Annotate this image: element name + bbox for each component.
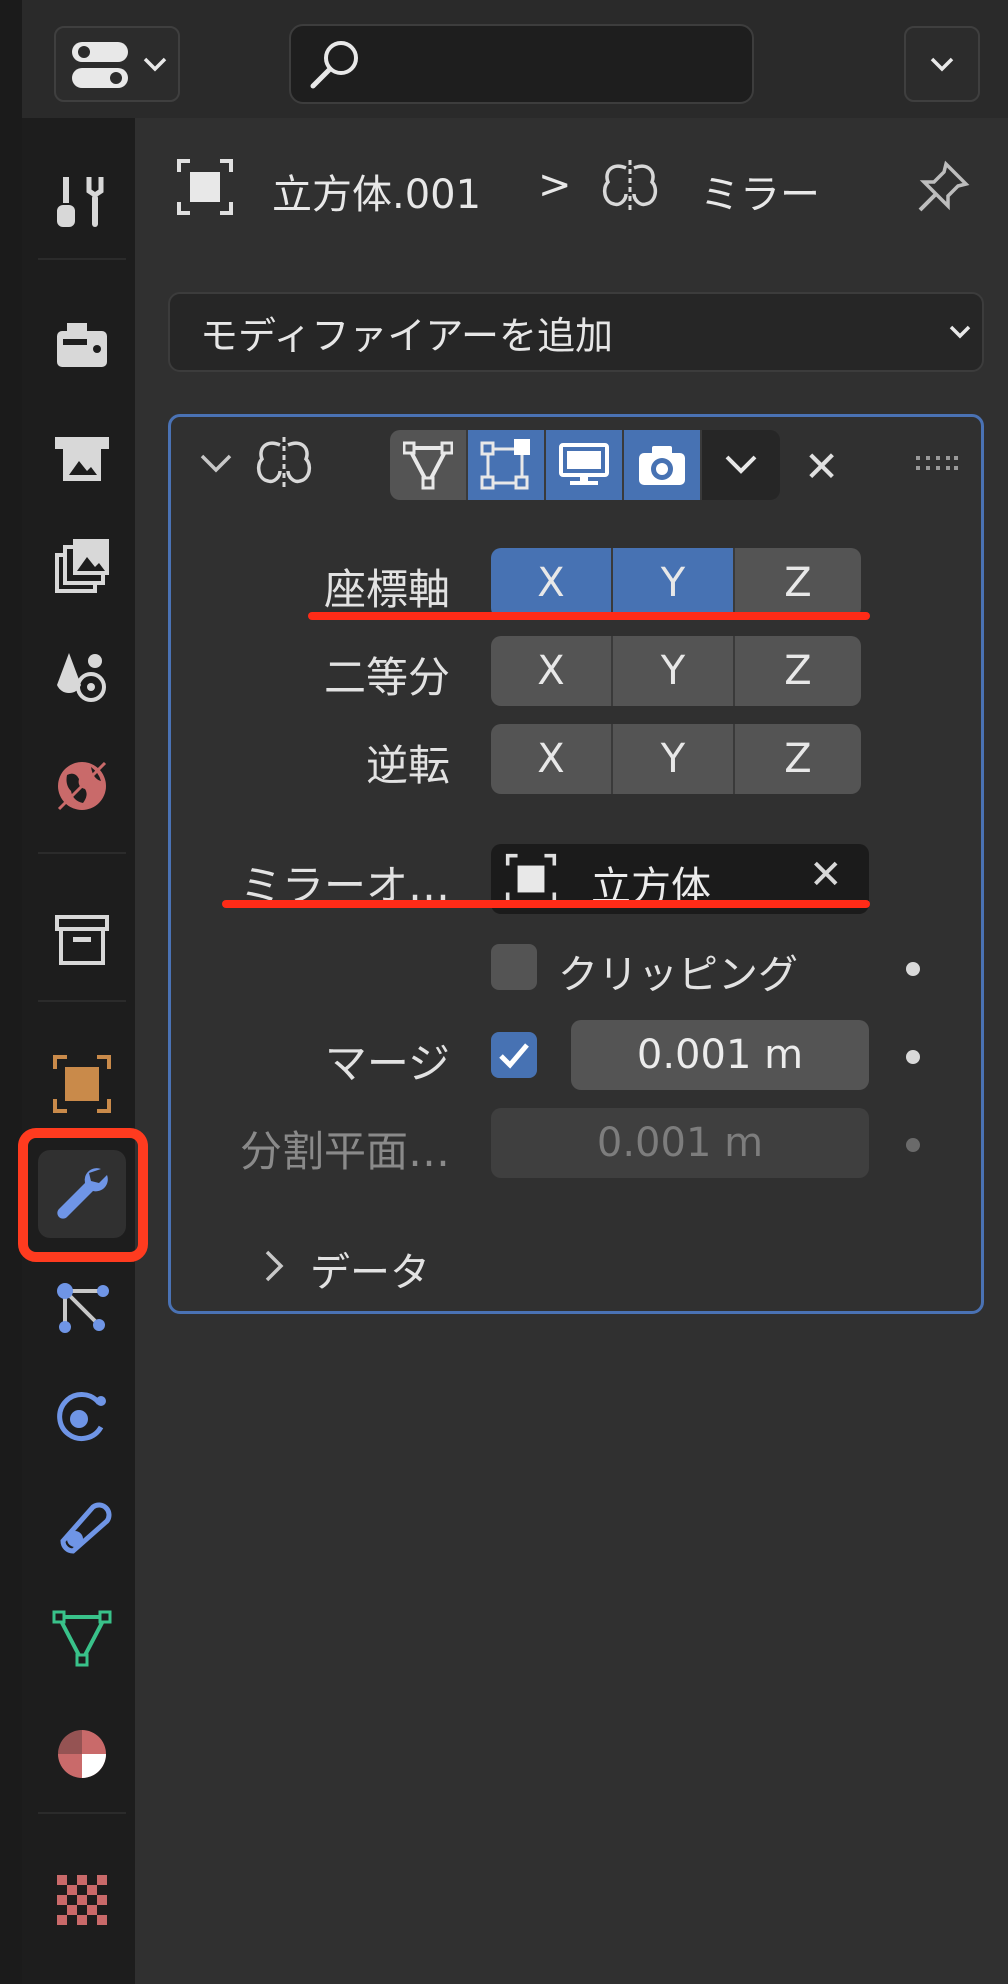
tab-physics[interactable] (38, 1374, 126, 1462)
material-icon (58, 1730, 106, 1778)
clipping-checkbox[interactable] (491, 944, 537, 990)
tab-material[interactable] (38, 1710, 126, 1798)
world-icon (57, 761, 107, 811)
bisect-z-toggle[interactable]: Z (735, 636, 861, 706)
edit-mode-icon (480, 439, 530, 490)
tab-separator (38, 258, 126, 260)
flip-toggle-group: X Y Z (491, 724, 861, 794)
tab-output[interactable] (38, 412, 126, 500)
axis-x-toggle[interactable]: X (491, 548, 613, 618)
tab-render[interactable] (38, 300, 126, 388)
constraints-icon (60, 1502, 112, 1554)
axis-row-annotation-underline (308, 612, 870, 620)
tab-separator (38, 1812, 126, 1814)
bisect-distance-label: 分割平面… (239, 1127, 450, 1176)
search-icon (310, 41, 358, 89)
drag-handle-icon[interactable] (914, 452, 958, 476)
collection-icon (55, 915, 109, 965)
flip-x-toggle[interactable]: X (491, 724, 613, 794)
merge-distance-field[interactable]: 0.001 m (571, 1020, 869, 1090)
texture-icon (57, 1875, 107, 1925)
remove-modifier-button[interactable]: ✕ (804, 442, 839, 491)
tab-scene[interactable] (38, 632, 126, 720)
on-cage-toggle[interactable] (390, 430, 468, 500)
bisect-distance-field[interactable]: 0.001 m (491, 1108, 869, 1178)
tab-separator (38, 1000, 126, 1002)
modifier-visibility-toggles (390, 430, 780, 500)
bisect-label: 二等分 (323, 653, 450, 702)
edit-mode-toggle[interactable] (468, 430, 546, 500)
scene-icon (57, 653, 106, 702)
pin-icon[interactable] (914, 158, 972, 216)
breadcrumb-separator: > (538, 162, 572, 208)
merge-label: マージ (324, 1039, 450, 1088)
properties-editor-icon (72, 42, 128, 88)
checkmark-icon (499, 1043, 529, 1069)
collapse-chevron-icon[interactable] (198, 452, 234, 476)
breadcrumb-object-name: 立方体.001 (272, 172, 482, 218)
bisect-y-toggle[interactable]: Y (613, 636, 735, 706)
render-icon (57, 323, 107, 367)
output-icon (55, 437, 109, 481)
editor-type-button[interactable] (54, 26, 180, 102)
on-cage-icon (403, 441, 453, 490)
mirror-modifier-icon (602, 160, 658, 214)
modifier-options-dropdown[interactable] (702, 430, 780, 500)
mesh-data-icon (52, 1610, 112, 1667)
axis-y-toggle[interactable]: Y (613, 548, 735, 618)
chevron-down-icon (725, 455, 757, 474)
camera-icon (639, 446, 685, 485)
object-icon (177, 159, 233, 215)
flip-y-toggle[interactable]: Y (613, 724, 735, 794)
mirror-modifier-icon (256, 437, 312, 491)
flip-z-toggle[interactable]: Z (735, 724, 861, 794)
merge-checkbox[interactable] (491, 1032, 537, 1078)
header-dropdown-button[interactable] (904, 26, 980, 102)
bisect-x-toggle[interactable]: X (491, 636, 613, 706)
object-icon (53, 1055, 111, 1113)
bisect-toggle-group: X Y Z (491, 636, 861, 706)
modifier-tab-highlight (18, 1128, 148, 1262)
left-edge-strip (0, 0, 22, 1984)
chevron-down-icon (930, 57, 954, 72)
axis-label: 座標軸 (323, 565, 450, 614)
tab-constraints[interactable] (38, 1484, 126, 1572)
view-layer-icon (55, 539, 109, 593)
tab-view-layer[interactable] (38, 522, 126, 610)
tab-world[interactable] (38, 742, 126, 830)
tab-separator (38, 852, 126, 854)
axis-toggle-group: X Y Z (491, 548, 861, 618)
render-toggle[interactable] (624, 430, 702, 500)
chevron-right-icon[interactable] (262, 1248, 286, 1284)
tool-icon (57, 177, 104, 227)
clipping-label: クリッピング (558, 952, 798, 998)
tab-tool[interactable] (38, 158, 126, 246)
mirror-object-annotation-underline (222, 900, 870, 908)
tab-object[interactable] (38, 1040, 126, 1128)
tab-texture[interactable] (38, 1856, 126, 1944)
flip-label: 逆転 (365, 741, 450, 790)
chevron-down-icon (143, 57, 167, 72)
viewport-toggle[interactable] (546, 430, 624, 500)
keyframe-dot[interactable] (906, 1138, 920, 1152)
object-icon (505, 853, 557, 905)
clear-mirror-object-button[interactable]: ✕ (809, 852, 843, 898)
tab-data[interactable] (38, 1594, 126, 1682)
breadcrumb-modifier-name: ミラー (700, 172, 820, 218)
tab-particles[interactable] (38, 1264, 126, 1352)
keyframe-dot[interactable] (906, 962, 920, 976)
physics-icon (57, 1392, 106, 1442)
chevron-down-icon (949, 325, 971, 339)
monitor-icon (559, 443, 609, 485)
axis-z-toggle[interactable]: Z (735, 548, 861, 618)
keyframe-dot[interactable] (906, 1050, 920, 1064)
tab-collection[interactable] (38, 896, 126, 984)
data-subpanel-header[interactable]: データ (310, 1240, 430, 1298)
add-modifier-dropdown[interactable]: モディファイアーを追加 (168, 292, 984, 372)
search-input[interactable] (289, 24, 754, 104)
particles-icon (57, 1283, 109, 1333)
add-modifier-label: モディファイアーを追加 (200, 313, 614, 358)
